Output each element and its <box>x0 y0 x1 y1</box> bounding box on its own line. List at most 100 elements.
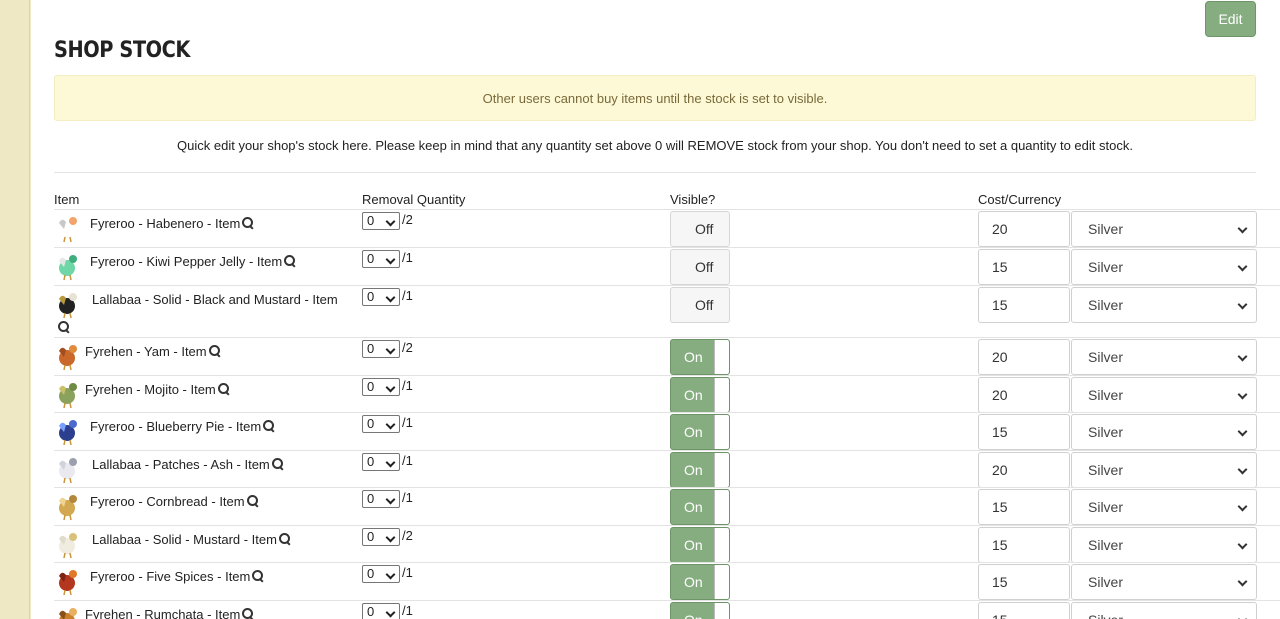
removal-quantity-select[interactable]: 0 <box>362 288 400 306</box>
item-name-label: Fyreroo - Five Spices - Item <box>90 569 264 584</box>
currency-select[interactable]: Silver <box>1071 489 1257 525</box>
currency-select[interactable]: Silver <box>1071 564 1257 600</box>
currency-select[interactable]: Silver <box>1071 211 1257 247</box>
stock-total: /2 <box>402 212 413 227</box>
cost-input[interactable]: 15 <box>978 287 1070 323</box>
search-icon[interactable] <box>242 217 254 229</box>
currency-select[interactable]: Silver <box>1071 527 1257 563</box>
search-icon[interactable] <box>263 420 275 432</box>
cost-input[interactable]: 15 <box>978 414 1070 450</box>
table-row: Fyreroo - Kiwi Pepper Jelly - Item 0/1 O… <box>54 247 1280 285</box>
column-header-cost-currency: Cost/Currency <box>978 192 1062 207</box>
removal-quantity: 0/2 <box>362 212 413 230</box>
removal-quantity-select[interactable]: 0 <box>362 603 400 619</box>
cost-input[interactable]: 15 <box>978 249 1070 285</box>
item-name-text: Fyreroo - Blueberry Pie - Item <box>90 419 262 434</box>
search-icon[interactable] <box>242 608 254 619</box>
visible-toggle[interactable]: On <box>670 564 730 600</box>
item-name-text: Lallabaa - Solid - Black and Mustard - I… <box>92 292 338 307</box>
removal-quantity-select[interactable]: 0 <box>362 490 400 508</box>
item-name-text: Fyreroo - Cornbread - Item <box>90 494 245 509</box>
visible-toggle[interactable]: On <box>670 602 730 619</box>
removal-quantity: 0/1 <box>362 250 413 268</box>
search-icon[interactable] <box>217 383 230 395</box>
visible-toggle[interactable]: On <box>670 489 730 525</box>
table-row: Fyreroo - Five Spices - Item 0/1 On 15 S… <box>54 562 1280 600</box>
currency-select[interactable]: Silver <box>1071 602 1257 619</box>
visibility-notice: Other users cannot buy items until the s… <box>54 75 1256 121</box>
visible-toggle-label: On <box>684 349 703 365</box>
table-row: Lallabaa - Solid - Mustard - Item 0/2 On… <box>54 525 1280 563</box>
stock-total: /2 <box>402 528 413 543</box>
item-thumbnail-icon <box>59 458 77 484</box>
currency-selected-value: Silver <box>1088 297 1124 313</box>
currency-select[interactable]: Silver <box>1071 249 1257 285</box>
stock-total: /1 <box>402 603 413 618</box>
search-icon[interactable] <box>278 533 291 545</box>
stock-total: /2 <box>402 340 413 355</box>
search-icon[interactable] <box>284 255 296 267</box>
currency-selected-value: Silver <box>1088 612 1123 619</box>
cost-input[interactable]: 15 <box>978 489 1070 525</box>
item-name-text: Fyreroo - Habenero - Item <box>90 216 241 231</box>
stock-total: /1 <box>402 490 413 505</box>
visible-toggle[interactable]: Off <box>670 211 730 247</box>
edit-button[interactable]: Edit <box>1205 1 1256 37</box>
table-row: Lallabaa - Patches - Ash - Item 0/1 On 2… <box>54 450 1280 488</box>
table-row: Fyreroo - Blueberry Pie - Item 0/1 On 15… <box>54 412 1280 450</box>
search-icon[interactable] <box>271 458 284 470</box>
removal-quantity: 0/1 <box>362 288 413 306</box>
currency-select[interactable]: Silver <box>1071 339 1257 375</box>
removal-quantity-select[interactable]: 0 <box>362 250 400 268</box>
search-icon[interactable] <box>246 495 259 507</box>
visible-toggle[interactable]: On <box>670 527 730 563</box>
visible-toggle[interactable]: On <box>670 339 730 375</box>
item-name-text: Fyrehen - Yam - Item <box>85 344 207 359</box>
column-header-visible: Visible? <box>670 192 716 207</box>
item-thumbnail-icon <box>59 383 77 409</box>
removal-quantity-select[interactable]: 0 <box>362 212 400 230</box>
item-name-label: Fyreroo - Cornbread - Item <box>90 494 259 509</box>
visible-toggle[interactable]: Off <box>670 287 730 323</box>
removal-quantity-select[interactable]: 0 <box>362 528 400 546</box>
removal-quantity: 0/1 <box>362 490 413 508</box>
visible-toggle-label: On <box>684 499 703 515</box>
removal-quantity-select[interactable]: 0 <box>362 565 400 583</box>
stock-total: /1 <box>402 378 413 393</box>
removal-quantity-select[interactable]: 0 <box>362 340 400 358</box>
removal-quantity-select[interactable]: 0 <box>362 378 400 396</box>
cost-input[interactable]: 20 <box>978 452 1070 488</box>
currency-select[interactable]: Silver <box>1071 452 1257 488</box>
visible-toggle-label: Off <box>695 259 714 275</box>
currency-select[interactable]: Silver <box>1071 414 1257 450</box>
removal-quantity: 0/1 <box>362 603 413 619</box>
item-name-label: Fyreroo - Blueberry Pie - Item <box>90 419 275 434</box>
stock-table: Fyreroo - Habenero - Item 0/2 Off 20 Sil… <box>54 209 1280 619</box>
item-thumbnail-icon <box>59 420 77 446</box>
search-icon[interactable] <box>252 570 264 582</box>
currency-select[interactable]: Silver <box>1071 287 1257 323</box>
cost-input[interactable]: 20 <box>978 377 1070 413</box>
removal-quantity: 0/1 <box>362 378 413 396</box>
cost-input[interactable]: 15 <box>978 527 1070 563</box>
removal-quantity-select[interactable]: 0 <box>362 453 400 471</box>
item-thumbnail-icon <box>59 255 77 281</box>
visible-toggle[interactable]: Off <box>670 249 730 285</box>
visible-toggle[interactable]: On <box>670 377 730 413</box>
search-icon[interactable] <box>58 321 70 333</box>
currency-select[interactable]: Silver <box>1071 377 1257 413</box>
item-name-text: Fyrehen - Mojito - Item <box>85 382 216 397</box>
visible-toggle[interactable]: On <box>670 414 730 450</box>
currency-selected-value: Silver <box>1088 537 1124 553</box>
table-row: Fyreroo - Cornbread - Item 0/1 On 15 Sil… <box>54 487 1280 525</box>
item-thumbnail-icon <box>59 293 77 319</box>
visible-toggle[interactable]: On <box>670 452 730 488</box>
search-icon[interactable] <box>208 345 221 357</box>
removal-quantity-select[interactable]: 0 <box>362 415 400 433</box>
cost-input[interactable]: 20 <box>978 211 1070 247</box>
item-name-label: Lallabaa - Solid - Mustard - Item <box>92 532 291 547</box>
cost-input[interactable]: 15 <box>978 602 1070 619</box>
help-text: Quick edit your shop's stock here. Pleas… <box>177 138 1133 153</box>
cost-input[interactable]: 20 <box>978 339 1070 375</box>
cost-input[interactable]: 15 <box>978 564 1070 600</box>
